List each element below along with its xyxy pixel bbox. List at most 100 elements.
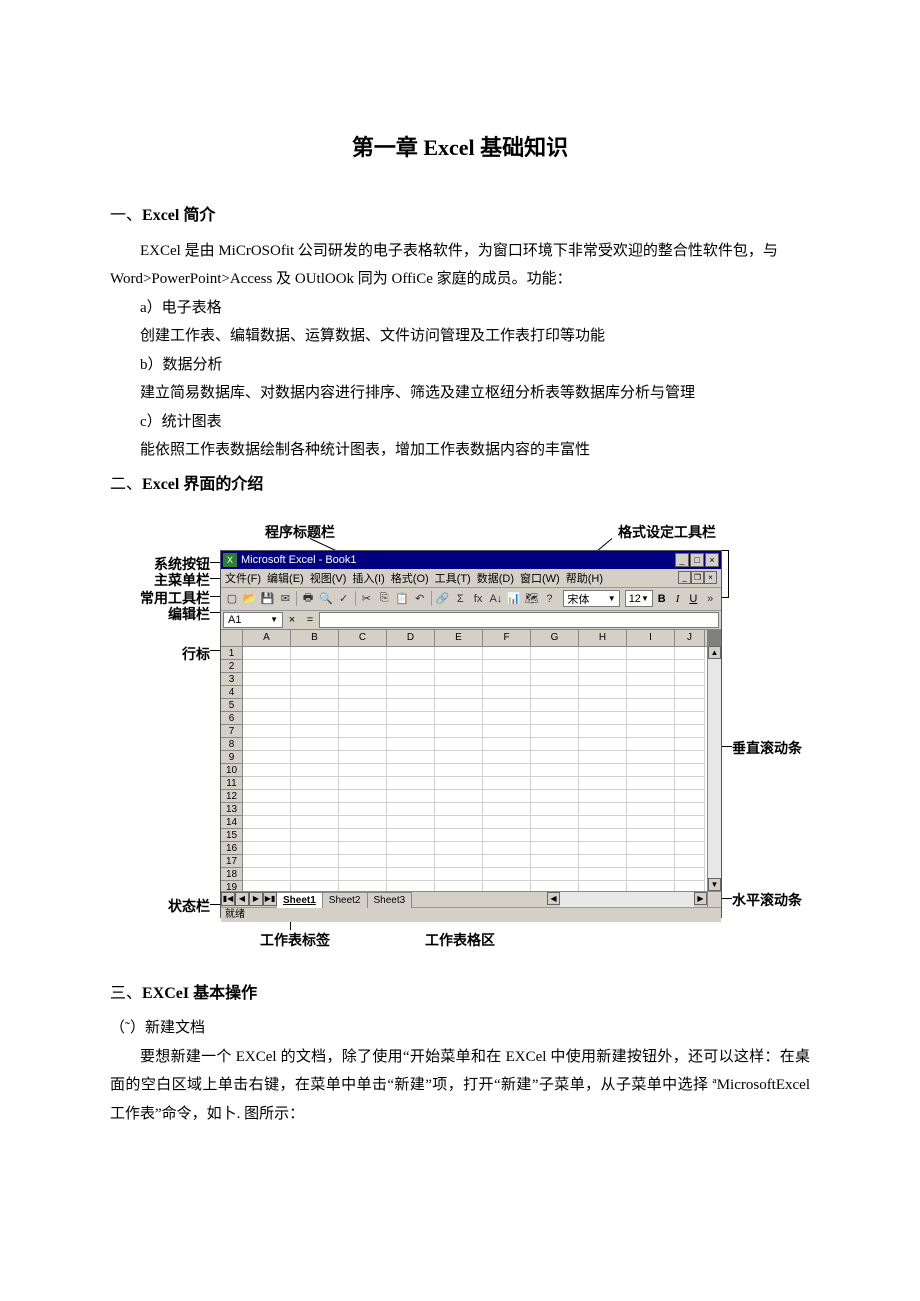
cell[interactable] xyxy=(387,647,435,660)
cell[interactable] xyxy=(531,725,579,738)
cell[interactable] xyxy=(531,855,579,868)
scroll-up-icon[interactable]: ▲ xyxy=(708,646,721,659)
cell[interactable] xyxy=(483,751,531,764)
cell[interactable] xyxy=(483,673,531,686)
cell[interactable] xyxy=(627,829,675,842)
cell[interactable] xyxy=(627,751,675,764)
cell[interactable] xyxy=(435,712,483,725)
cell[interactable] xyxy=(579,686,627,699)
cell[interactable] xyxy=(291,660,339,673)
cell[interactable] xyxy=(579,829,627,842)
row-2[interactable]: 2 xyxy=(221,660,243,673)
row-12[interactable]: 12 xyxy=(221,790,243,803)
cell[interactable] xyxy=(387,855,435,868)
cell[interactable] xyxy=(339,699,387,712)
cell[interactable] xyxy=(243,816,291,829)
cell[interactable] xyxy=(243,868,291,881)
cell[interactable] xyxy=(675,868,705,881)
cell[interactable] xyxy=(531,686,579,699)
row-8[interactable]: 8 xyxy=(221,738,243,751)
app-icon[interactable]: X xyxy=(223,553,237,567)
cell[interactable] xyxy=(243,829,291,842)
cell[interactable] xyxy=(243,764,291,777)
doc-close-button[interactable]: × xyxy=(704,571,717,584)
cell[interactable] xyxy=(579,790,627,803)
cell[interactable] xyxy=(339,764,387,777)
cell[interactable] xyxy=(531,738,579,751)
cell[interactable] xyxy=(579,816,627,829)
cell[interactable] xyxy=(243,881,291,891)
cell[interactable] xyxy=(579,881,627,891)
cell[interactable] xyxy=(627,855,675,868)
cell[interactable] xyxy=(627,777,675,790)
row-9[interactable]: 9 xyxy=(221,751,243,764)
row-1[interactable]: 1 xyxy=(221,647,243,660)
chart-icon[interactable]: 📊 xyxy=(506,590,522,607)
cell[interactable] xyxy=(339,660,387,673)
tab-last-icon[interactable]: ▶▮ xyxy=(263,892,277,906)
font-combo[interactable]: 宋体 ▼ xyxy=(563,590,619,607)
new-icon[interactable]: ▢ xyxy=(224,590,240,607)
cell[interactable] xyxy=(291,712,339,725)
cell[interactable] xyxy=(675,816,705,829)
menu-data[interactable]: 数据(D) xyxy=(477,570,514,586)
cell[interactable] xyxy=(483,647,531,660)
menu-insert[interactable]: 插入(I) xyxy=(352,570,384,586)
cell[interactable] xyxy=(387,764,435,777)
cell[interactable] xyxy=(291,673,339,686)
cell[interactable] xyxy=(435,673,483,686)
row-6[interactable]: 6 xyxy=(221,712,243,725)
row-13[interactable]: 13 xyxy=(221,803,243,816)
cell[interactable] xyxy=(627,842,675,855)
maximize-button[interactable]: □ xyxy=(690,553,704,567)
cell[interactable] xyxy=(291,881,339,891)
cell[interactable] xyxy=(531,660,579,673)
cell[interactable] xyxy=(483,803,531,816)
cell[interactable] xyxy=(627,803,675,816)
cell[interactable] xyxy=(483,855,531,868)
col-A[interactable]: A xyxy=(243,630,291,646)
sum-icon[interactable]: Σ xyxy=(452,590,468,607)
cell[interactable] xyxy=(435,868,483,881)
italic-button[interactable]: I xyxy=(671,591,685,607)
col-I[interactable]: I xyxy=(627,630,675,646)
cell[interactable] xyxy=(627,816,675,829)
cell[interactable] xyxy=(435,660,483,673)
cancel-fx-icon[interactable]: × xyxy=(283,612,301,628)
cell[interactable] xyxy=(483,699,531,712)
cell[interactable] xyxy=(675,803,705,816)
mail-icon[interactable]: ✉ xyxy=(277,590,293,607)
cell[interactable] xyxy=(675,673,705,686)
cell[interactable] xyxy=(339,855,387,868)
cell[interactable] xyxy=(291,647,339,660)
cell[interactable] xyxy=(627,725,675,738)
cell[interactable] xyxy=(579,738,627,751)
cell[interactable] xyxy=(531,881,579,891)
cell[interactable] xyxy=(435,738,483,751)
cell[interactable] xyxy=(579,725,627,738)
cell[interactable] xyxy=(435,699,483,712)
tab-first-icon[interactable]: ▮◀ xyxy=(221,892,235,906)
cell[interactable] xyxy=(627,868,675,881)
doc-minimize-button[interactable]: _ xyxy=(678,571,691,584)
cell[interactable] xyxy=(675,881,705,891)
cell[interactable] xyxy=(675,829,705,842)
menu-edit[interactable]: 编辑(E) xyxy=(267,570,304,586)
col-H[interactable]: H xyxy=(579,630,627,646)
cell[interactable] xyxy=(435,647,483,660)
cell[interactable] xyxy=(387,725,435,738)
cell[interactable] xyxy=(339,803,387,816)
row-15[interactable]: 15 xyxy=(221,829,243,842)
cell[interactable] xyxy=(531,790,579,803)
cell[interactable] xyxy=(675,647,705,660)
cell[interactable] xyxy=(435,829,483,842)
cell[interactable] xyxy=(483,829,531,842)
cell[interactable] xyxy=(291,803,339,816)
cell[interactable] xyxy=(531,803,579,816)
tab-next-icon[interactable]: ▶ xyxy=(249,892,263,906)
cell[interactable] xyxy=(531,673,579,686)
cell[interactable] xyxy=(579,842,627,855)
row-11[interactable]: 11 xyxy=(221,777,243,790)
cell[interactable] xyxy=(291,868,339,881)
menu-file[interactable]: 文件(F) xyxy=(225,570,261,586)
